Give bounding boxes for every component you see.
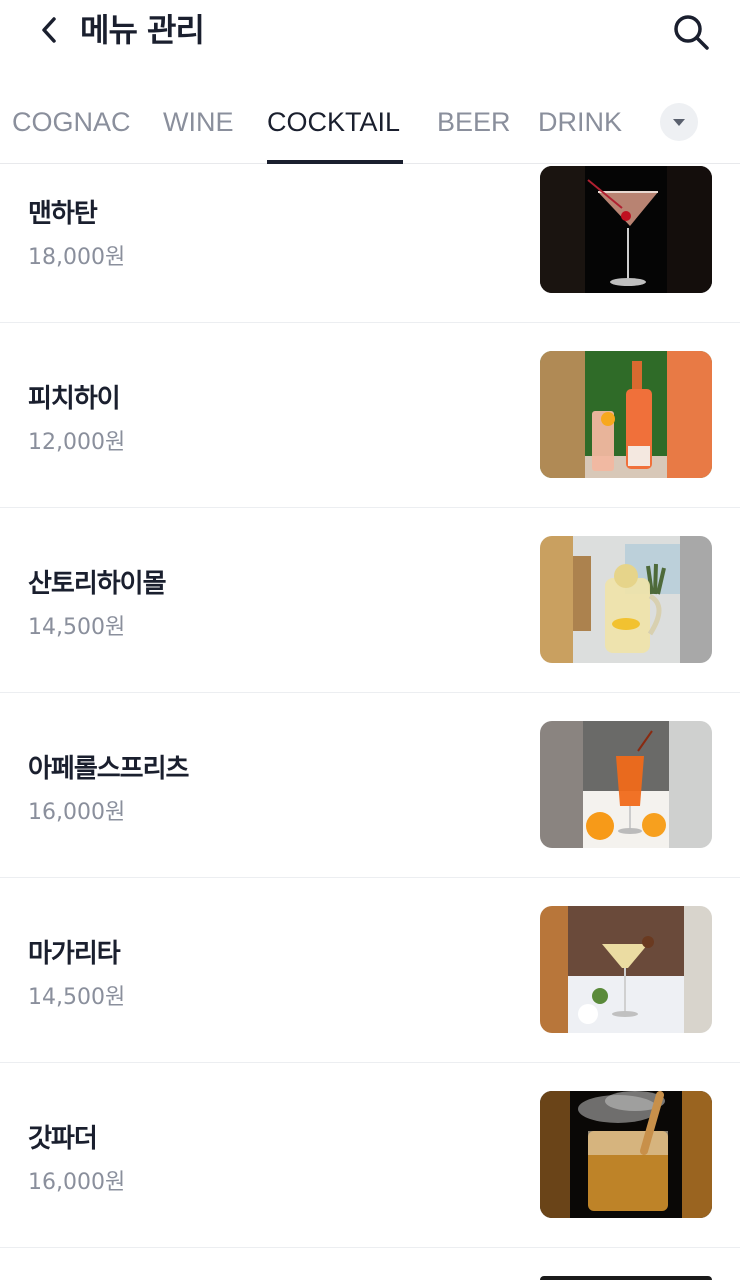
menu-item-price: 16,000원 [28,1170,126,1195]
menu-item-photo [540,351,712,478]
page-title: 메뉴 관리 [80,11,205,49]
tab-cocktail[interactable]: COCKTAIL [267,104,403,164]
menu-item[interactable]: 맨하탄 18,000원 [0,165,740,323]
menu-item[interactable]: 피치하이 12,000원 [0,323,740,508]
search-icon [674,15,709,50]
search-button[interactable] [668,10,714,54]
tab-wine[interactable]: WINE [163,104,234,164]
menu-item[interactable]: 산토리하이몰 14,500원 [0,508,740,693]
tab-drink[interactable]: DRINK [538,104,622,164]
more-tabs-button[interactable] [660,103,698,141]
menu-item-name: 산토리하이몰 [28,569,167,599]
tab-cognac[interactable]: COGNAC [12,104,131,164]
menu-item[interactable]: 마가리타 14,500원 [0,878,740,1063]
menu-item-price: 18,000원 [28,245,126,270]
menu-item[interactable]: 갓파더 16,000원 [0,1063,740,1248]
menu-item-price: 14,500원 [28,615,126,640]
menu-item-name: 아페롤스프리츠 [28,754,189,784]
active-tab-indicator [267,160,403,164]
app-header: 메뉴 관리 [0,0,740,70]
menu-item-photo [540,906,712,1033]
menu-item-price: 12,000원 [28,430,126,455]
menu-item-name: 갓파더 [28,1124,98,1154]
menu-item-photo [540,721,712,848]
tab-beer[interactable]: BEER [437,104,511,164]
back-button[interactable] [32,10,66,50]
caret-down-icon [673,119,685,126]
chevron-left-icon [42,17,56,43]
menu-item-name: 맨하탄 [28,199,98,229]
menu-item-price: 14,500원 [28,985,126,1010]
tab-cocktail-label: COCKTAIL [267,107,401,137]
category-tabs: COGNAC WINE COCKTAIL BEER DRINK [0,90,740,164]
menu-item[interactable]: 아페롤스프리츠 16,000원 [0,693,740,878]
menu-item-price: 16,000원 [28,800,126,825]
menu-item-photo [540,536,712,663]
menu-item-photo [540,1091,712,1218]
menu-item-name: 피치하이 [28,384,121,414]
menu-item-photo [540,166,712,293]
menu-item-partial [540,1276,712,1280]
menu-item-name: 마가리타 [28,939,121,969]
